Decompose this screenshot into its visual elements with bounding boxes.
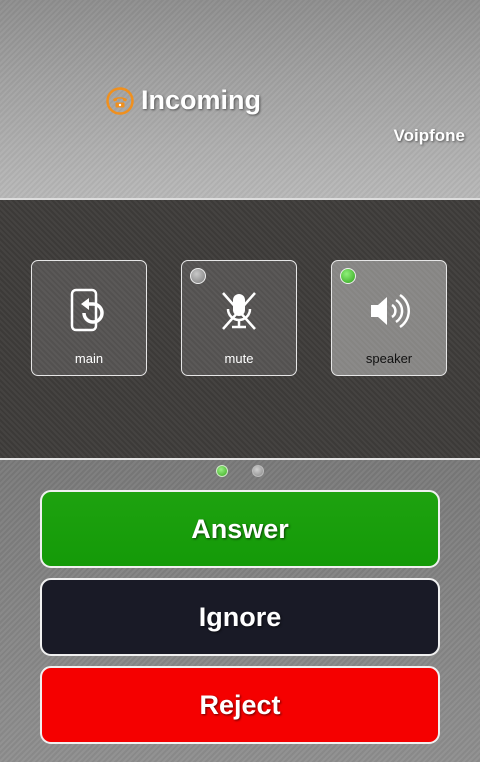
- phone-icon: [106, 86, 134, 115]
- answer-button[interactable]: Answer: [40, 490, 440, 568]
- main-label: main: [74, 351, 104, 366]
- main-button[interactable]: main: [31, 260, 147, 376]
- account-name: Voipfone: [393, 126, 465, 145]
- page-indicator-dot[interactable]: [252, 465, 264, 477]
- speaker-button[interactable]: speaker: [331, 260, 447, 376]
- speaker-indicator-led: [340, 268, 356, 284]
- mute-label: mute: [224, 351, 254, 366]
- transfer-return-icon: [70, 288, 104, 332]
- page-indicator-dot-active[interactable]: [216, 465, 228, 477]
- call-status-label: Incoming: [141, 85, 261, 115]
- ignore-button[interactable]: Ignore: [40, 578, 440, 656]
- incoming-status: Incoming: [106, 85, 261, 116]
- reject-button[interactable]: Reject: [40, 666, 440, 744]
- speaker-icon: [371, 293, 410, 329]
- mic-muted-icon: [222, 292, 256, 330]
- speaker-label: speaker: [365, 351, 413, 366]
- mute-button[interactable]: mute: [181, 260, 297, 376]
- mute-indicator-led: [190, 268, 206, 284]
